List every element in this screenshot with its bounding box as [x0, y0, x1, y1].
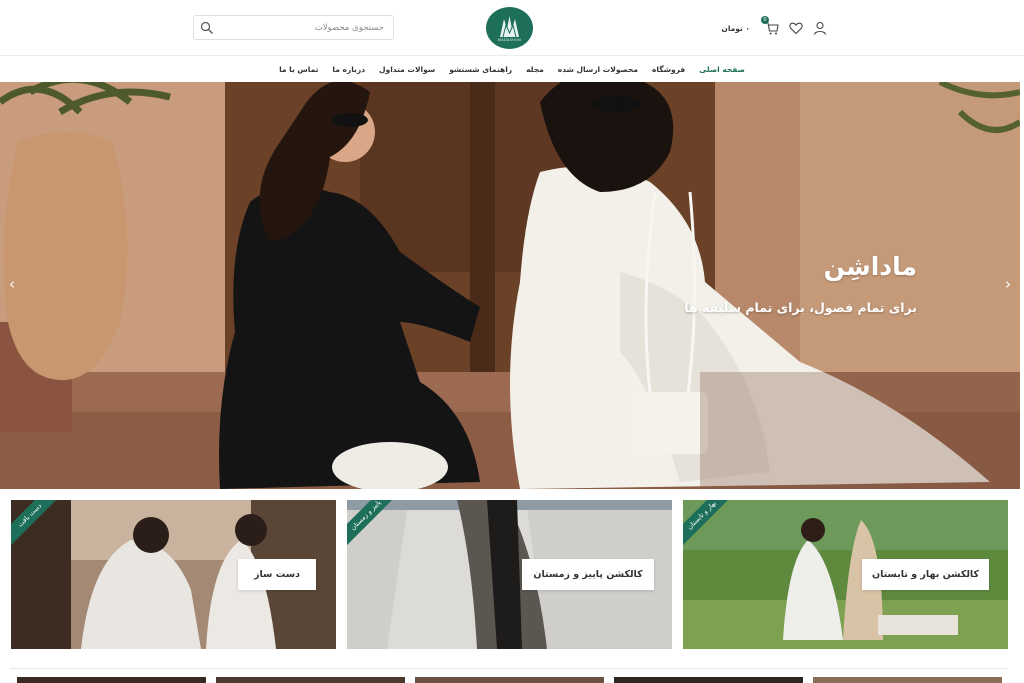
product-thumbnail[interactable] [614, 677, 803, 683]
header-tools: ۰ تومان 0 [721, 16, 828, 37]
product-thumbnail[interactable] [415, 677, 604, 683]
collection-card-spring-summer[interactable]: بهار و تابستان کالکشن بهار و تابستان [683, 500, 1008, 649]
site-header: MADASHON ۰ تومان 0 [0, 0, 1024, 56]
logo-emblem [486, 7, 533, 49]
hero-title: ماداشِن [823, 252, 917, 281]
product-strip [10, 668, 1008, 683]
nav-item-home[interactable]: صفحه اصلی [699, 65, 745, 74]
nav-item-washing-guide[interactable]: راهنمای شستشو [449, 65, 512, 74]
nav-item-faq[interactable]: سوالات متداول [379, 65, 435, 74]
cart-icon[interactable]: 0 [761, 16, 780, 36]
hero-image [0, 82, 1020, 489]
hero-slider[interactable]: ماداشِن برای تمام فصول، برای تمام سلیقه … [0, 82, 1020, 489]
hero-subtitle: برای تمام فصول، برای تمام سلیقه ها [684, 300, 917, 315]
search-box[interactable] [193, 15, 394, 40]
collection-label[interactable]: کالکشن بهار و تابستان [862, 559, 989, 590]
collection-label[interactable]: کالکشن پاییز و زمستان [522, 559, 654, 590]
heart-icon[interactable] [788, 20, 804, 36]
logo-wordmark: MADASHON [497, 38, 522, 42]
site-logo[interactable]: MADASHON [486, 7, 533, 49]
collection-card-autumn-winter[interactable]: پاییز و زمستان کالکشن پاییز و زمستان [347, 500, 672, 649]
product-thumbnail[interactable] [216, 677, 405, 683]
chevron-left-icon[interactable]: ‹ [4, 275, 20, 293]
nav-item-contact[interactable]: تماس با ما [279, 65, 318, 74]
collection-label[interactable]: دست ساز [238, 559, 316, 590]
product-thumbnail[interactable] [813, 677, 1002, 683]
nav-item-magazine[interactable]: مجله [526, 65, 544, 74]
product-thumbnail[interactable] [17, 677, 206, 683]
search-input[interactable] [218, 16, 388, 39]
search-icon[interactable] [200, 21, 214, 35]
nav-item-shipped-products[interactable]: محصولات ارسال شده [558, 65, 638, 74]
nav-item-about[interactable]: درباره ما [332, 65, 365, 74]
user-icon[interactable] [812, 20, 828, 36]
cart-total[interactable]: ۰ تومان [721, 24, 750, 33]
nav-item-shop[interactable]: فروشگاه [652, 65, 685, 74]
cart-count-badge: 0 [761, 16, 769, 24]
collection-card-handmade[interactable]: دست بافت دست ساز [11, 500, 336, 649]
main-nav: صفحه اصلی فروشگاه محصولات ارسال شده مجله… [0, 56, 1024, 82]
chevron-right-icon[interactable]: › [1000, 275, 1016, 293]
